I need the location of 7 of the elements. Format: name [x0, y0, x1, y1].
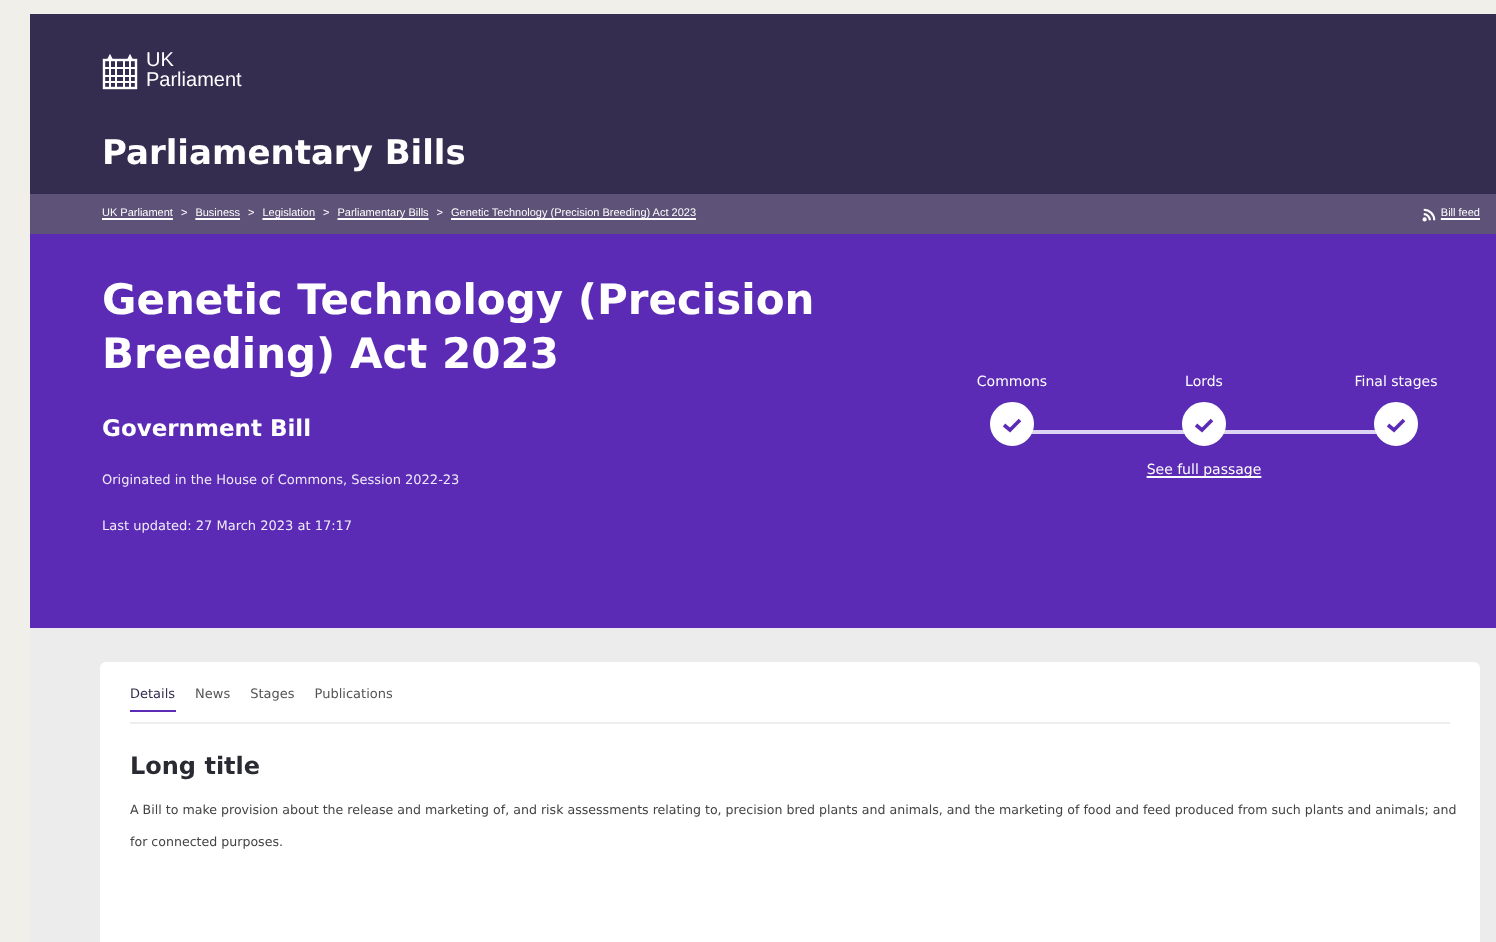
- portcullis-logo-icon: [102, 54, 138, 90]
- bill-title: Genetic Technology (Precision Breeding) Act 2023: [102, 274, 817, 382]
- site-title[interactable]: Parliamentary Bills: [102, 134, 1496, 174]
- bill-type: Government Bill: [102, 414, 314, 442]
- rss-icon: [1422, 207, 1437, 221]
- logo-text[interactable]: UK Parliament: [146, 52, 242, 92]
- section-heading: Long title: [130, 752, 263, 780]
